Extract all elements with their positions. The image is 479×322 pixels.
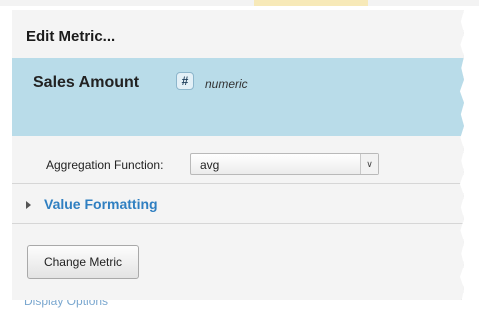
divider [12,223,464,224]
metric-header: Sales Amount # numeric [12,58,464,136]
hash-icon: # [176,72,194,90]
change-metric-button[interactable]: Change Metric [27,245,139,279]
metric-type-label: numeric [205,77,248,91]
value-formatting-label[interactable]: Value Formatting [44,196,158,212]
divider [12,183,464,184]
edit-metric-dialog: Edit Metric... Sales Amount # numeric Ag… [12,10,464,300]
aggregation-function-label: Aggregation Function: [46,158,164,172]
triangle-right-icon [26,201,31,209]
background-tab-strip [0,0,479,6]
metric-name: Sales Amount [33,74,140,91]
background-tab-accent [254,0,368,6]
aggregation-selected-value: avg [200,158,220,172]
double-chevron-icon[interactable]: ∨ [360,154,378,174]
aggregation-function-select[interactable]: avg ∨ [190,153,379,175]
dialog-title: Edit Metric... [26,28,116,45]
